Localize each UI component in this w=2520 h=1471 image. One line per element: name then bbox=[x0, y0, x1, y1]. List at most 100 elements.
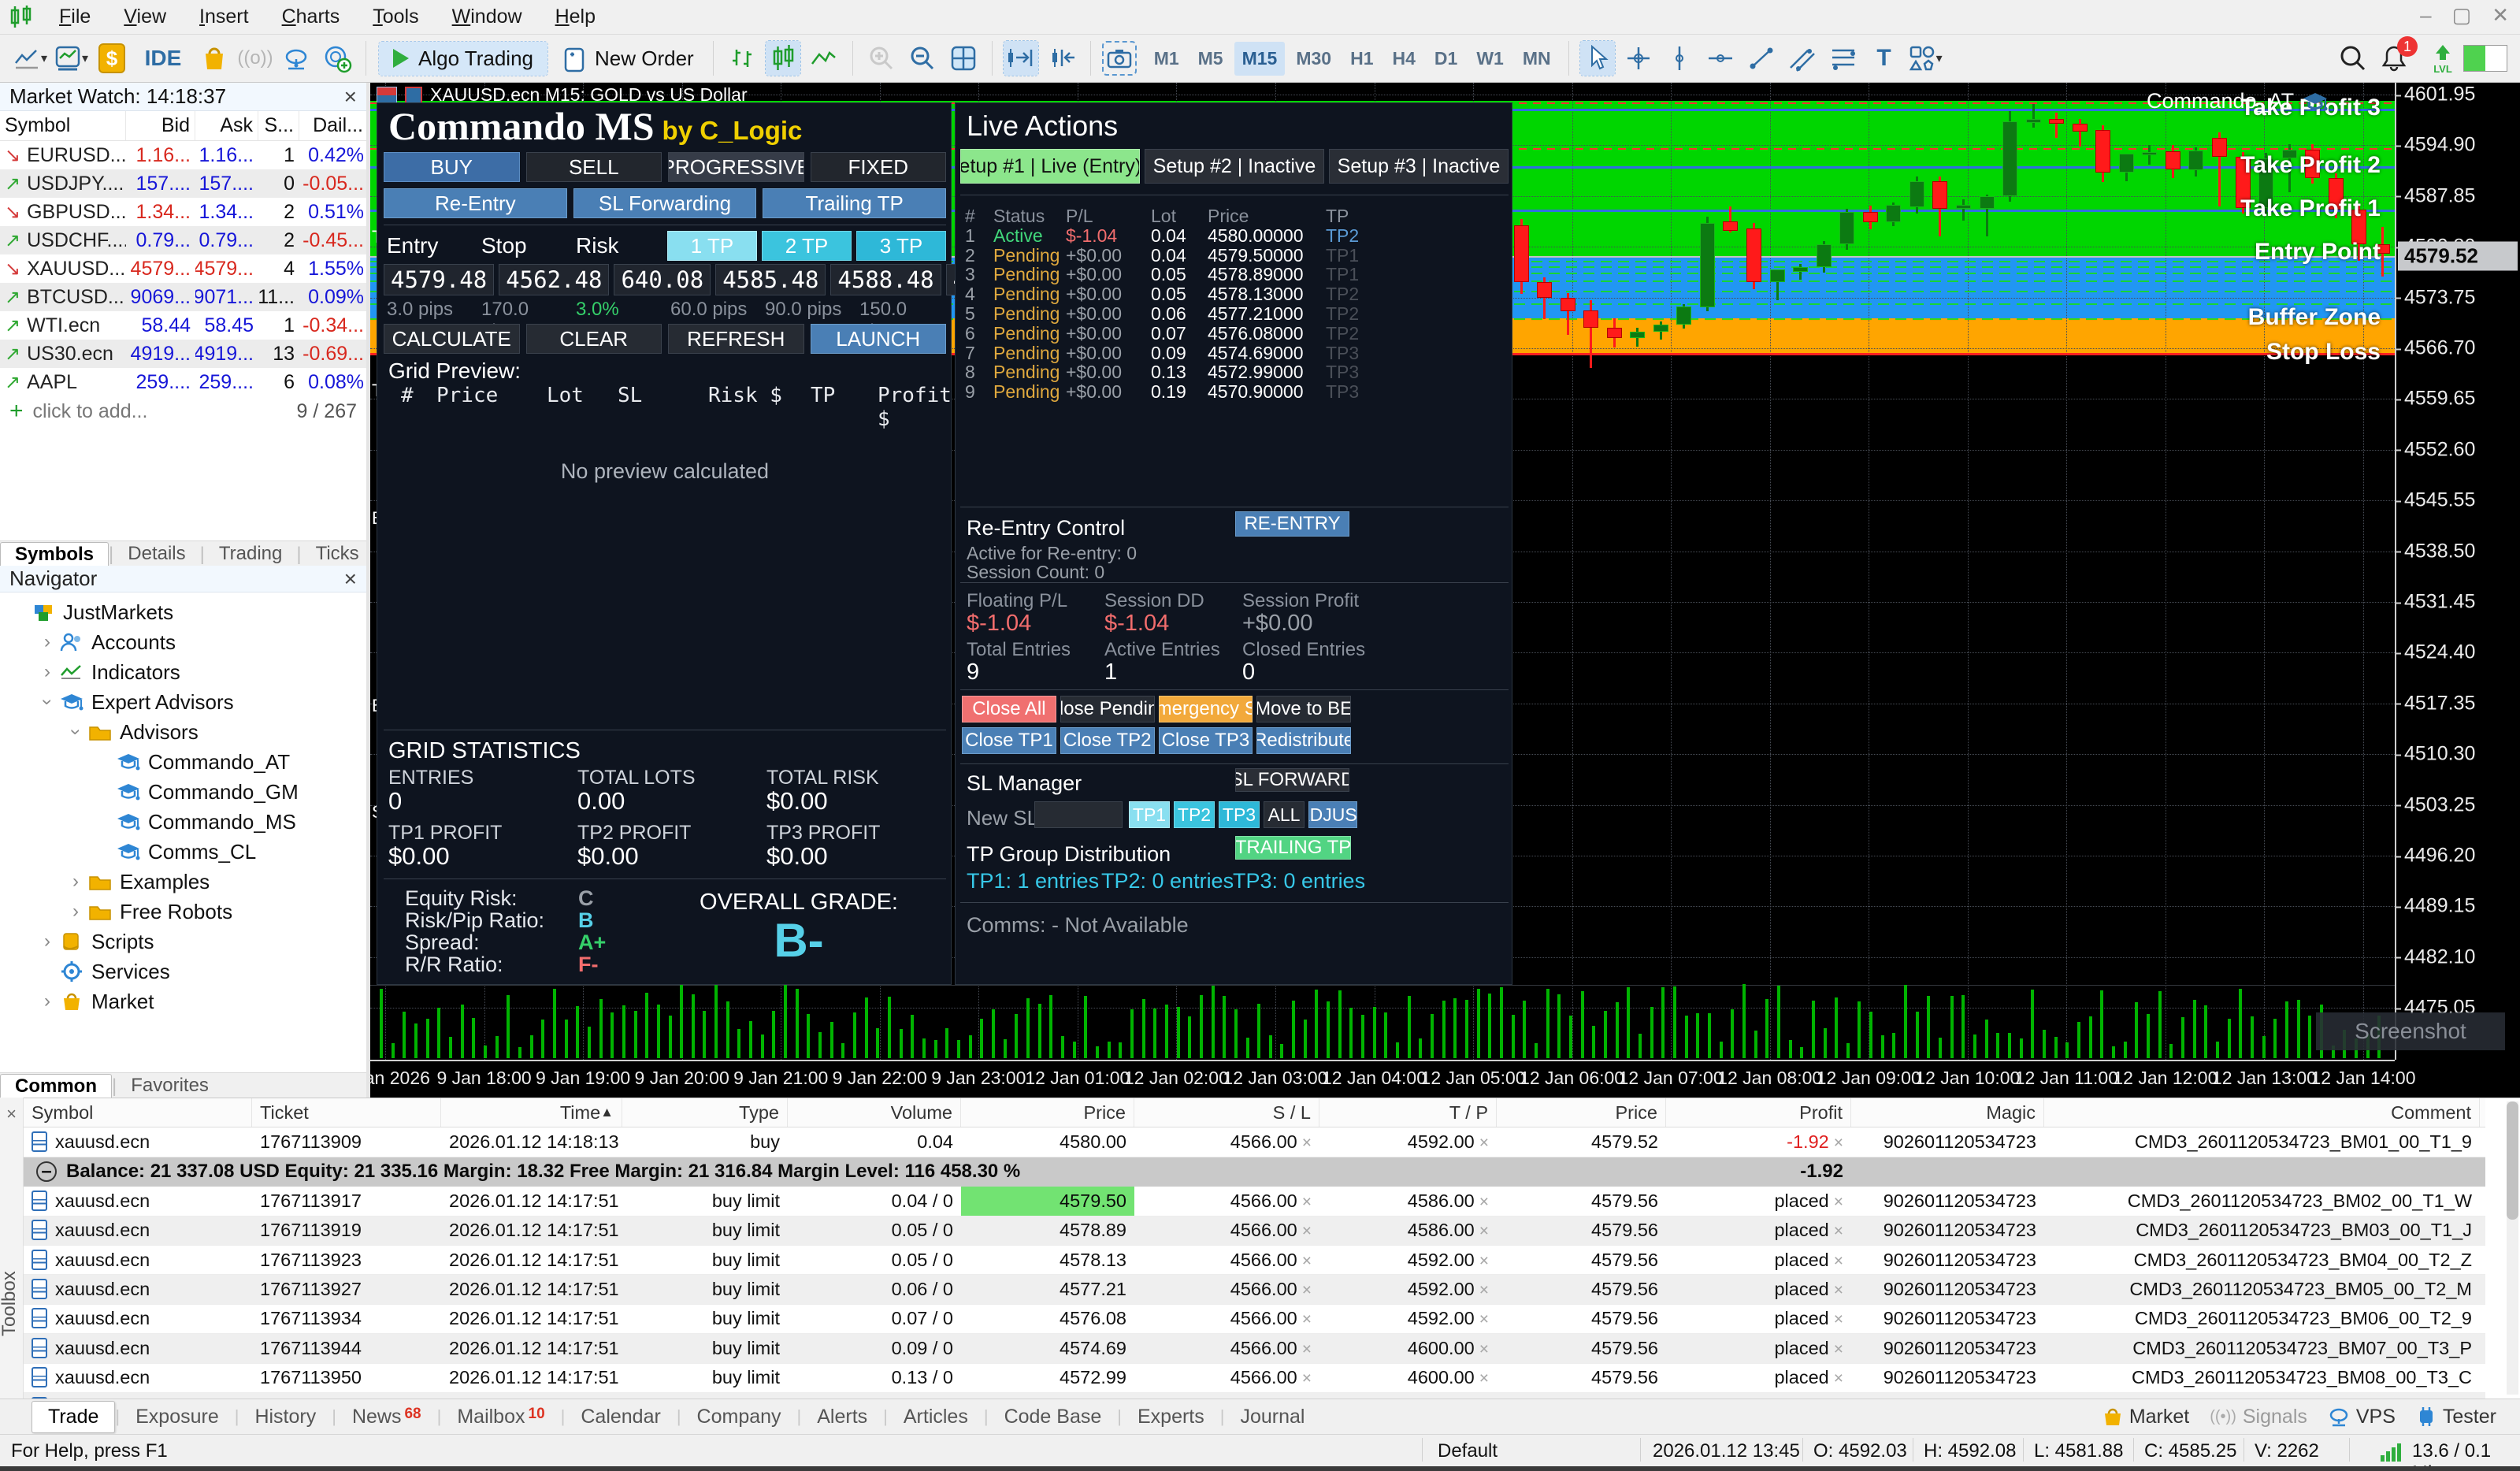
button-emergency-sl[interactable]: Emergency SL bbox=[1159, 696, 1253, 722]
button-close-tp2[interactable]: Close TP2 bbox=[1060, 727, 1155, 754]
close-order-icon[interactable]: × bbox=[1834, 1222, 1843, 1240]
mode-button-progressive[interactable]: PROGRESSIVE bbox=[668, 152, 804, 182]
menu-window[interactable]: Window bbox=[436, 6, 539, 28]
time-tick[interactable]: 9 Jan 22:00 bbox=[833, 1068, 927, 1089]
tab-trading[interactable]: Trading bbox=[205, 542, 296, 566]
toolbox-tab-experts[interactable]: Experts bbox=[1122, 1402, 1220, 1432]
button-close-tp1[interactable]: Close TP1 bbox=[962, 727, 1056, 754]
time-tick[interactable]: 12 Jan 06:00 bbox=[1520, 1068, 1624, 1089]
order-row[interactable]: xauusd.ecn17671139172026.01.12 14:17:51b… bbox=[24, 1187, 2485, 1216]
col-symbol[interactable]: Symbol bbox=[24, 1098, 252, 1127]
market-watch-row[interactable]: ↗USDJPY....157....157....0-0.05... bbox=[0, 169, 366, 198]
toolbox-tab-history[interactable]: History bbox=[239, 1402, 332, 1432]
col-volume[interactable]: Volume bbox=[788, 1098, 961, 1127]
time-tick[interactable]: 12 Jan 01:00 bbox=[1025, 1068, 1130, 1089]
time-axis[interactable]: 9 Jan 20269 Jan 18:009 Jan 19:009 Jan 20… bbox=[370, 1060, 2395, 1098]
timeframe-M1[interactable]: M1 bbox=[1146, 42, 1187, 76]
navigator-item-examples[interactable]: ›Examples bbox=[0, 867, 366, 897]
toolbox-close-icon[interactable]: × bbox=[0, 1098, 23, 1124]
ide-button[interactable]: IDE bbox=[135, 41, 191, 76]
order-row[interactable]: xauusd.ecn17671139272026.01.12 14:17:51b… bbox=[24, 1275, 2485, 1304]
tab-favorites[interactable]: Favorites bbox=[117, 1074, 223, 1098]
col-profit[interactable]: Profit bbox=[1666, 1098, 1851, 1127]
action-button-calculate[interactable]: CALCULATE bbox=[384, 324, 520, 354]
action-button-launch[interactable]: LAUNCH bbox=[811, 324, 947, 354]
time-tick[interactable]: 9 Jan 19:00 bbox=[536, 1068, 630, 1089]
indicators-icon[interactable]: ▾ bbox=[54, 41, 88, 76]
button-move-to-be[interactable]: Move to BE bbox=[1256, 696, 1351, 722]
time-tick[interactable]: 12 Jan 09:00 bbox=[1817, 1068, 1921, 1089]
button-close-all[interactable]: Close All bbox=[962, 696, 1056, 722]
mw-col-0[interactable]: Symbol bbox=[0, 111, 126, 140]
button-close-pending[interactable]: Close Pending bbox=[1060, 696, 1155, 722]
toolbox-tab-trade[interactable]: Trade bbox=[32, 1401, 115, 1433]
navigator-item-market[interactable]: ›Market bbox=[0, 986, 366, 1016]
price-axis[interactable]: 4601.954594.904587.854580.804573.754566.… bbox=[2395, 83, 2520, 1060]
tab-common[interactable]: Common bbox=[0, 1074, 112, 1098]
tp-button-1tp[interactable]: 1 TP bbox=[667, 231, 757, 261]
feature-button-trailing-tp[interactable]: Trailing TP bbox=[763, 188, 946, 218]
deposit-icon[interactable]: $ bbox=[95, 41, 129, 76]
order-row[interactable]: xauusd.ecn17671139582026.01.12 14:17:51b… bbox=[24, 1393, 2485, 1399]
market-watch-row[interactable]: ↘XAUUSD....4579...4579...41.55% bbox=[0, 254, 366, 283]
sl-chip-all[interactable]: ALL bbox=[1264, 801, 1305, 828]
close-order-icon[interactable]: × bbox=[1834, 1193, 1843, 1211]
timeframe-MN[interactable]: MN bbox=[1515, 42, 1559, 76]
toolbox-tab-news[interactable]: News68 bbox=[336, 1402, 437, 1432]
ea-input-1[interactable]: 4562.48 bbox=[499, 264, 609, 295]
live-action-row[interactable]: 2Pending+$0.000.044579.50000TP1 bbox=[956, 245, 1507, 265]
panel-vps[interactable]: VPS bbox=[2328, 1406, 2396, 1428]
time-tick[interactable]: 12 Jan 07:00 bbox=[1619, 1068, 1724, 1089]
remove-order-sl-icon[interactable]: × bbox=[1302, 1193, 1312, 1211]
algo-trading-button[interactable]: Algo Trading bbox=[379, 42, 547, 76]
live-action-row[interactable]: 9Pending+$0.000.194570.90000TP3 bbox=[956, 381, 1507, 401]
tab-ticks[interactable]: Ticks bbox=[302, 542, 373, 566]
market-watch-row[interactable]: ↗US30.ecn4919...4919...13-0.69... bbox=[0, 340, 366, 368]
navigator-item-justmarkets[interactable]: JustMarkets bbox=[0, 597, 366, 627]
col-price[interactable]: Price bbox=[1497, 1098, 1666, 1127]
remove-order-tp-icon[interactable]: × bbox=[1479, 1281, 1489, 1299]
time-tick[interactable]: 12 Jan 04:00 bbox=[1322, 1068, 1427, 1089]
market-watch-add-row[interactable]: + click to add... 9 / 267 bbox=[0, 396, 366, 426]
tp-button-2tp[interactable]: 2 TP bbox=[762, 231, 852, 261]
expander-icon[interactable]: › bbox=[65, 901, 87, 923]
orders-header-row[interactable]: SymbolTicketTime ▲TypeVolumePriceS / LT … bbox=[24, 1098, 2485, 1127]
setup-tab-2[interactable]: Setup #2 | Inactive bbox=[1145, 149, 1324, 184]
time-tick[interactable]: 12 Jan 12:00 bbox=[2113, 1068, 2218, 1089]
horizontal-line-tool-icon[interactable] bbox=[1703, 41, 1738, 76]
live-action-row[interactable]: 5Pending+$0.000.064577.21000TP2 bbox=[956, 303, 1507, 323]
sl-chip-adjust[interactable]: ADJUST bbox=[1308, 801, 1357, 828]
reentry-button[interactable]: RE-ENTRY bbox=[1235, 511, 1349, 537]
tab-details[interactable]: Details bbox=[113, 542, 199, 566]
panel-market[interactable]: Market bbox=[2102, 1406, 2189, 1428]
menu-view[interactable]: View bbox=[107, 6, 183, 28]
mw-col-3[interactable]: S... bbox=[258, 111, 299, 140]
market-watch-row[interactable]: ↗AAPL259....259....60.08% bbox=[0, 368, 366, 396]
panel-signals[interactable]: ((•))Signals bbox=[2210, 1406, 2307, 1428]
toolbox-tab-alerts[interactable]: Alerts bbox=[801, 1402, 883, 1432]
remove-order-sl-icon[interactable]: × bbox=[1302, 1369, 1312, 1387]
order-row[interactable]: xauusd.ecn17671139342026.01.12 14:17:51b… bbox=[24, 1305, 2485, 1334]
market-watch-row[interactable]: ↘GBPUSD....1.34...1.34...20.51% bbox=[0, 198, 366, 226]
trailing-tp-button[interactable]: TRAILING TP bbox=[1235, 836, 1351, 860]
cursor-icon[interactable] bbox=[1580, 41, 1615, 76]
cloud-icon[interactable] bbox=[279, 41, 314, 76]
close-button[interactable]: ✕ bbox=[2492, 3, 2509, 28]
time-tick[interactable]: 12 Jan 14:00 bbox=[2310, 1068, 2415, 1089]
remove-order-tp-icon[interactable]: × bbox=[1479, 1252, 1489, 1270]
trendline-tool-icon[interactable] bbox=[1744, 41, 1779, 76]
remove-order-tp-icon[interactable]: × bbox=[1479, 1222, 1489, 1240]
expander-icon[interactable]: › bbox=[36, 990, 58, 1012]
sl-chip-tp3[interactable]: TP3 bbox=[1219, 801, 1260, 828]
close-order-icon[interactable]: × bbox=[1834, 1252, 1843, 1270]
chart-restore-icon[interactable] bbox=[405, 87, 422, 104]
close-order-icon[interactable]: × bbox=[1834, 1340, 1843, 1358]
maximize-button[interactable]: ▢ bbox=[2452, 3, 2472, 28]
remove-order-sl-icon[interactable]: × bbox=[1302, 1340, 1312, 1358]
tab-symbols[interactable]: Symbols bbox=[0, 542, 109, 566]
toolbox-tab-journal[interactable]: Journal bbox=[1224, 1402, 1320, 1432]
navigator-item-indicators[interactable]: ›Indicators bbox=[0, 657, 366, 687]
action-button-refresh[interactable]: REFRESH bbox=[668, 324, 804, 354]
action-button-clear[interactable]: CLEAR bbox=[526, 324, 662, 354]
zoom-in-icon[interactable] bbox=[864, 41, 899, 76]
